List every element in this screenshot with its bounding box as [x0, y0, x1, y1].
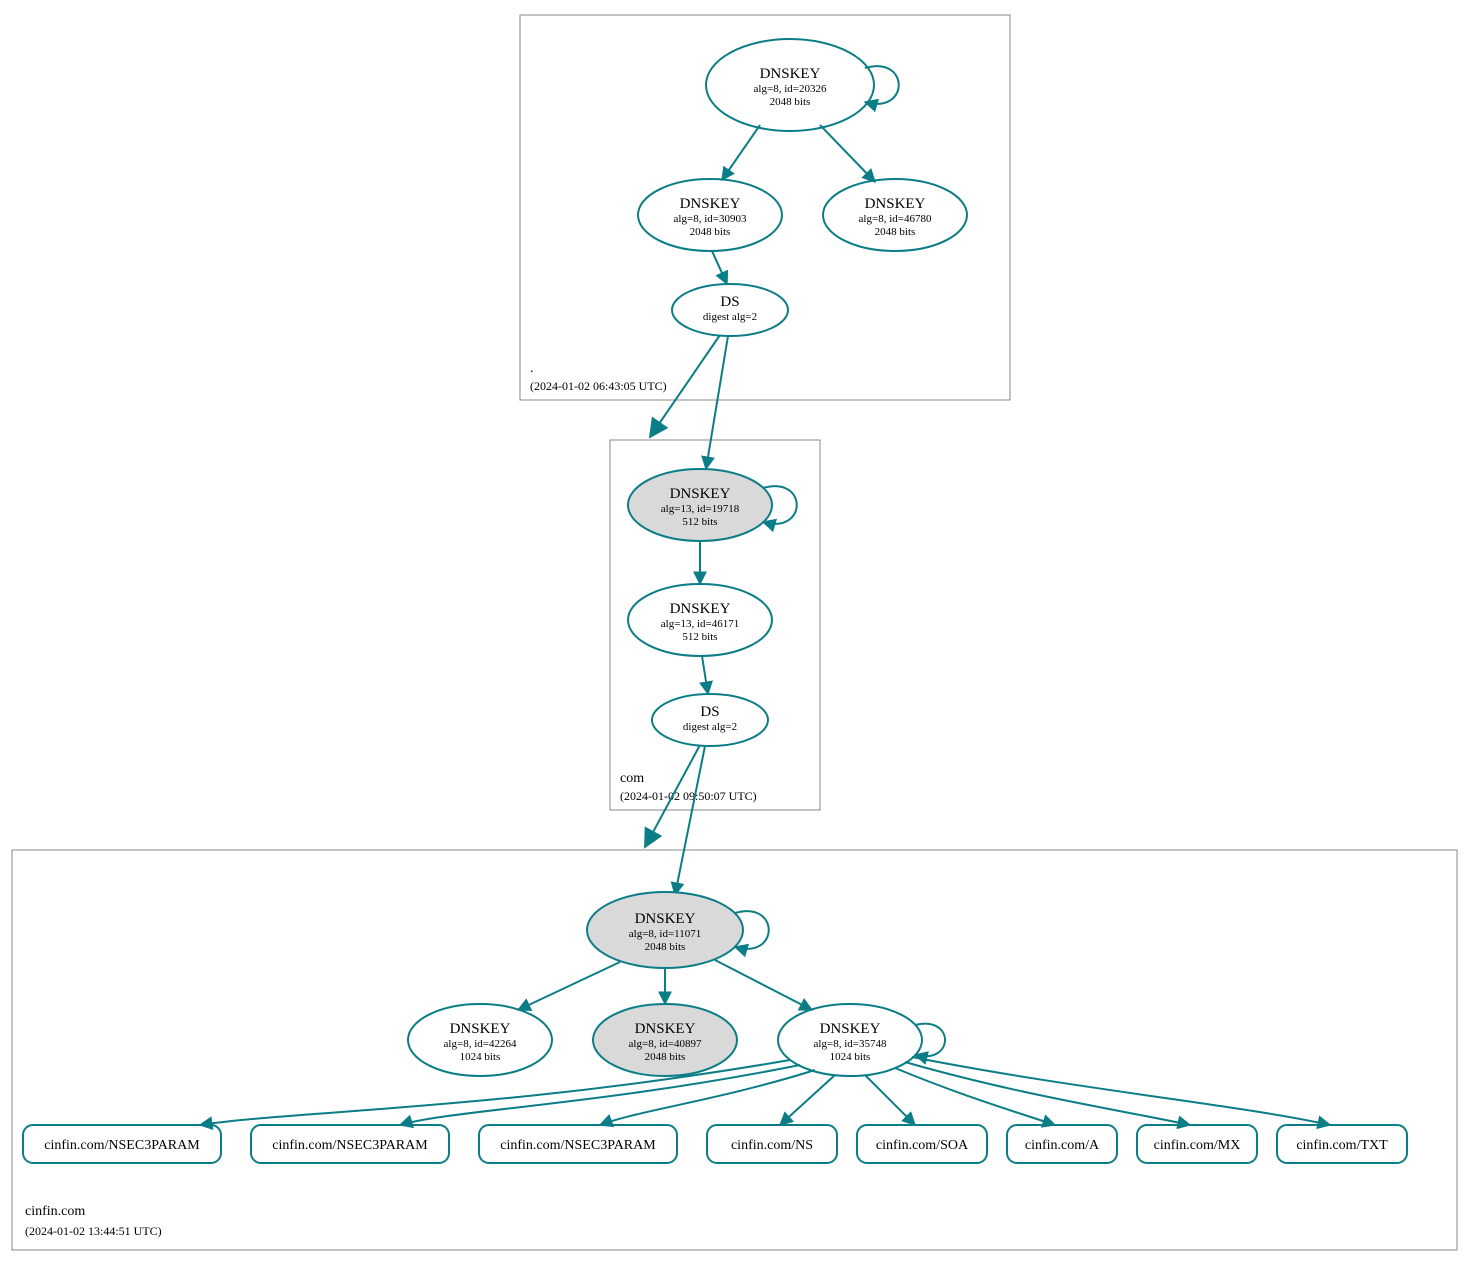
- edge-rootksk-zsk1: [722, 125, 760, 180]
- svg-text:DNSKEY: DNSKEY: [865, 196, 926, 212]
- svg-text:2048 bits: 2048 bits: [645, 941, 686, 953]
- edge-k3-r5: [895, 1068, 1055, 1125]
- edge-k3-r4: [865, 1075, 915, 1125]
- dnskey-cinfin-ksk[interactable]: DNSKEY alg=8, id=11071 2048 bits: [587, 892, 743, 968]
- svg-text:alg=13, id=19718: alg=13, id=19718: [661, 503, 740, 515]
- svg-text:cinfin.com/NSEC3PARAM: cinfin.com/NSEC3PARAM: [500, 1138, 656, 1153]
- edge-k3-r7: [912, 1057, 1330, 1125]
- svg-text:2048 bits: 2048 bits: [645, 1051, 686, 1063]
- zone-label-com: com: [620, 771, 644, 786]
- edge-comzsk-ds: [702, 656, 708, 694]
- rrset-nsec3param-0[interactable]: cinfin.com/NSEC3PARAM: [23, 1125, 221, 1163]
- dnskey-root-ksk[interactable]: DNSKEY alg=8, id=20326 2048 bits: [706, 39, 874, 131]
- svg-text:2048 bits: 2048 bits: [875, 226, 916, 238]
- edge-rootds-comksk: [706, 336, 728, 469]
- ds-com[interactable]: DS digest alg=2: [652, 694, 768, 746]
- svg-text:DNSKEY: DNSKEY: [760, 66, 821, 82]
- svg-text:cinfin.com/MX: cinfin.com/MX: [1154, 1138, 1241, 1153]
- svg-text:alg=13, id=46171: alg=13, id=46171: [661, 618, 739, 630]
- svg-text:DNSKEY: DNSKEY: [680, 196, 741, 212]
- dnskey-root-zsk1[interactable]: DNSKEY alg=8, id=30903 2048 bits: [638, 179, 782, 251]
- svg-text:alg=8, id=42264: alg=8, id=42264: [444, 1038, 517, 1050]
- svg-text:1024 bits: 1024 bits: [830, 1051, 871, 1063]
- svg-text:1024 bits: 1024 bits: [460, 1051, 501, 1063]
- svg-text:DNSKEY: DNSKEY: [450, 1021, 511, 1037]
- svg-text:digest alg=2: digest alg=2: [683, 721, 737, 733]
- svg-text:cinfin.com/NSEC3PARAM: cinfin.com/NSEC3PARAM: [272, 1138, 428, 1153]
- dnskey-com-ksk[interactable]: DNSKEY alg=13, id=19718 512 bits: [628, 469, 772, 541]
- edge-cinksk-k3: [715, 960, 812, 1010]
- svg-text:cinfin.com/SOA: cinfin.com/SOA: [876, 1138, 969, 1153]
- svg-text:DNSKEY: DNSKEY: [670, 601, 731, 617]
- svg-text:cinfin.com/NSEC3PARAM: cinfin.com/NSEC3PARAM: [44, 1138, 200, 1153]
- zone-label-root: .: [530, 361, 534, 376]
- svg-text:cinfin.com/TXT: cinfin.com/TXT: [1296, 1138, 1388, 1153]
- svg-text:DS: DS: [720, 294, 739, 310]
- edge-k3-r6: [905, 1062, 1190, 1125]
- svg-text:2048 bits: 2048 bits: [690, 226, 731, 238]
- rrset-soa[interactable]: cinfin.com/SOA: [857, 1125, 987, 1163]
- svg-text:alg=8, id=11071: alg=8, id=11071: [629, 928, 702, 940]
- edge-k3-r3: [780, 1075, 835, 1125]
- rrset-nsec3param-2[interactable]: cinfin.com/NSEC3PARAM: [479, 1125, 677, 1163]
- svg-text:digest alg=2: digest alg=2: [703, 311, 757, 323]
- svg-text:2048 bits: 2048 bits: [770, 96, 811, 108]
- svg-text:DNSKEY: DNSKEY: [635, 1021, 696, 1037]
- svg-text:alg=8, id=46780: alg=8, id=46780: [859, 213, 932, 225]
- svg-text:512 bits: 512 bits: [682, 516, 717, 528]
- edge-comds-cinksk: [675, 746, 705, 895]
- ds-root[interactable]: DS digest alg=2: [672, 284, 788, 336]
- dnskey-root-zsk2[interactable]: DNSKEY alg=8, id=46780 2048 bits: [823, 179, 967, 251]
- svg-text:alg=8, id=40897: alg=8, id=40897: [629, 1038, 702, 1050]
- zone-label-cinfin: cinfin.com: [25, 1204, 85, 1219]
- svg-text:DS: DS: [700, 704, 719, 720]
- dnskey-cinfin-k1[interactable]: DNSKEY alg=8, id=42264 1024 bits: [408, 1004, 552, 1076]
- rrset-a[interactable]: cinfin.com/A: [1007, 1125, 1117, 1163]
- svg-text:cinfin.com/NS: cinfin.com/NS: [731, 1138, 813, 1153]
- dnskey-com-zsk[interactable]: DNSKEY alg=13, id=46171 512 bits: [628, 584, 772, 656]
- edge-rootksk-zsk2: [820, 125, 875, 182]
- rrset-nsec3param-1[interactable]: cinfin.com/NSEC3PARAM: [251, 1125, 449, 1163]
- zone-timestamp-root: (2024-01-02 06:43:05 UTC): [530, 379, 667, 393]
- svg-text:DNSKEY: DNSKEY: [670, 486, 731, 502]
- zone-timestamp-cinfin: (2024-01-02 13:44:51 UTC): [25, 1224, 162, 1238]
- edge-k3-r2: [600, 1070, 815, 1125]
- svg-text:alg=8, id=35748: alg=8, id=35748: [814, 1038, 887, 1050]
- edge-rootzsk1-ds: [712, 251, 727, 284]
- svg-text:cinfin.com/A: cinfin.com/A: [1025, 1138, 1100, 1153]
- svg-text:DNSKEY: DNSKEY: [820, 1021, 881, 1037]
- zone-timestamp-com: (2024-01-02 09:50:07 UTC): [620, 789, 757, 803]
- edge-cinksk-k1: [518, 962, 620, 1010]
- svg-text:DNSKEY: DNSKEY: [635, 911, 696, 927]
- rrset-txt[interactable]: cinfin.com/TXT: [1277, 1125, 1407, 1163]
- rrset-ns[interactable]: cinfin.com/NS: [707, 1125, 837, 1163]
- svg-text:512 bits: 512 bits: [682, 631, 717, 643]
- rrset-mx[interactable]: cinfin.com/MX: [1137, 1125, 1257, 1163]
- svg-text:alg=8, id=20326: alg=8, id=20326: [754, 83, 827, 95]
- svg-text:alg=8, id=30903: alg=8, id=30903: [674, 213, 747, 225]
- dnskey-cinfin-k2[interactable]: DNSKEY alg=8, id=40897 2048 bits: [593, 1004, 737, 1076]
